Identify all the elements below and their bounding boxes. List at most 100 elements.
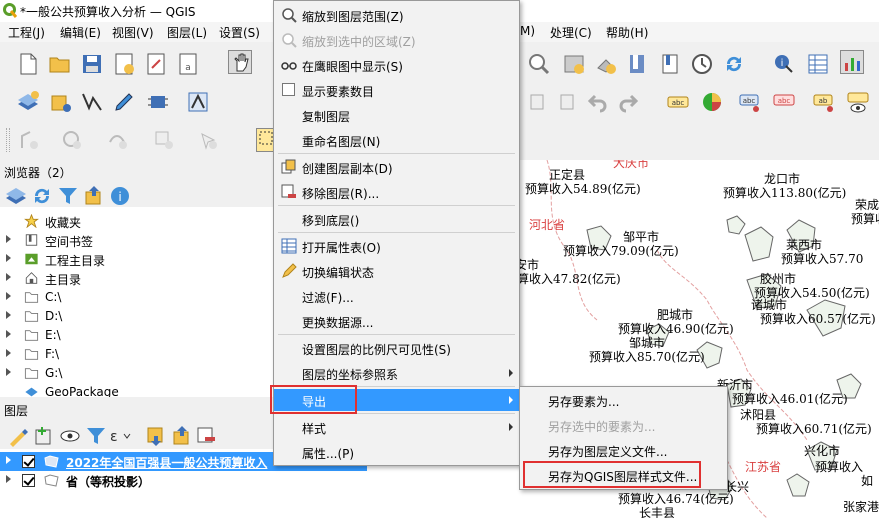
label-manager-icon[interactable]: a — [176, 52, 200, 76]
menu-item-properties[interactable]: 属性...(P) — [274, 441, 519, 463]
select-by-freehand-icon[interactable] — [106, 128, 130, 152]
menu-item-copy-layer[interactable]: 复制图层 — [274, 104, 519, 126]
pan-tool-icon[interactable] — [228, 50, 252, 74]
bookmark-icon[interactable] — [626, 52, 650, 76]
new-3d-map-icon[interactable] — [594, 52, 618, 76]
menu-item-duplicate-layer[interactable]: 创建图层副本(D) — [274, 156, 519, 178]
browser-item-label: 主目录 — [45, 273, 82, 287]
properties-info-icon[interactable]: i — [108, 184, 129, 205]
menu-item-zoom-to-selection[interactable]: 缩放到选中的区域(Z) — [274, 29, 519, 51]
submenu-item-save-selected-features-as[interactable]: 另存选中的要素为... — [520, 414, 727, 436]
expand-all-icon[interactable] — [144, 424, 163, 446]
add-group-icon[interactable] — [32, 424, 51, 445]
expand-arrow-icon[interactable] — [6, 273, 11, 281]
copy-features-icon[interactable] — [526, 90, 550, 114]
menu-view[interactable]: 视图(V) — [112, 24, 154, 41]
submenu-item-save-features-as[interactable]: 另存要素为... — [520, 389, 727, 411]
add-layer-icon[interactable] — [16, 90, 40, 114]
toolbar-grip[interactable] — [6, 128, 10, 152]
refresh-icon[interactable] — [722, 52, 746, 76]
menu-layer[interactable]: 图层(L) — [167, 24, 207, 41]
gps-icon[interactable] — [146, 90, 170, 114]
expand-arrow-icon[interactable] — [6, 292, 11, 300]
layer-visibility-checkbox[interactable] — [22, 474, 35, 487]
pin-labels-icon[interactable]: abc — [738, 90, 762, 114]
select-by-radius-icon[interactable] — [60, 128, 84, 152]
new-project-icon[interactable] — [16, 52, 40, 76]
expand-arrow-icon[interactable] — [6, 456, 11, 464]
filter-legend-icon[interactable] — [84, 424, 105, 444]
expand-arrow-icon[interactable] — [6, 235, 11, 243]
expand-arrow-icon[interactable] — [6, 330, 11, 338]
collapse-all-layers-icon[interactable] — [170, 424, 189, 445]
menu-edit[interactable]: 编辑(E) — [60, 24, 101, 41]
label-visibility-icon[interactable] — [846, 90, 870, 114]
add-vector-layer-icon[interactable] — [48, 90, 72, 114]
menu-item-zoom-to-layer[interactable]: 缩放到图层范围(Z) — [274, 4, 519, 26]
expand-arrow-icon[interactable] — [6, 368, 11, 376]
digitize-icon[interactable] — [80, 90, 104, 114]
qgis-logo-icon — [3, 3, 17, 18]
layer-visibility-checkbox[interactable] — [22, 455, 35, 468]
submenu-item-save-as-layer-definition[interactable]: 另存为图层定义文件... — [520, 439, 727, 461]
menu-help[interactable]: 帮助(H) — [606, 24, 648, 41]
identify-icon[interactable]: i — [772, 52, 796, 76]
menu-item-filter[interactable]: 过滤(F)... — [274, 285, 519, 307]
menu-item-toggle-editing[interactable]: 切换编辑状态 — [274, 260, 519, 282]
vertex-tool-icon[interactable] — [186, 90, 210, 114]
label-tool-icon[interactable]: abc — [666, 90, 690, 114]
attribute-table-toolbar-icon[interactable] — [806, 52, 830, 76]
browser-item-label: E:\ — [45, 328, 61, 342]
menu-plugins[interactable]: M) — [520, 24, 535, 38]
show-bookmarks-icon[interactable] — [658, 52, 682, 76]
select-by-point-icon[interactable] — [196, 128, 220, 152]
filter-browser-icon[interactable] — [56, 184, 77, 204]
menu-settings[interactable]: 设置(S) — [219, 24, 260, 41]
checkbox-icon[interactable] — [282, 83, 295, 96]
menu-item-show-in-overview[interactable]: 在鹰眼图中显示(S) — [274, 54, 519, 76]
redo-icon[interactable] — [616, 90, 640, 114]
expand-arrow-icon[interactable] — [6, 475, 11, 483]
select-by-line-icon[interactable] — [18, 128, 42, 152]
window-title: *一般公共预算收入分析 — QGIS — [20, 5, 196, 19]
collapse-all-icon[interactable] — [82, 184, 101, 205]
remove-layer-toolbar-icon[interactable] — [194, 424, 215, 443]
new-print-layout-icon[interactable] — [112, 52, 136, 76]
menu-item-scale-visibility[interactable]: 设置图层的比例尺可见性(S) — [274, 337, 519, 359]
menu-item-styles[interactable]: 样式 — [274, 416, 519, 438]
expand-arrow-icon[interactable] — [6, 254, 11, 262]
select-by-polygon-icon[interactable] — [152, 128, 176, 152]
draw-icon[interactable] — [112, 90, 136, 114]
save-project-icon[interactable] — [80, 52, 104, 76]
manage-visibility-icon[interactable] — [58, 424, 80, 442]
layer-row[interactable]: 省（等积投影） — [0, 471, 367, 490]
add-selected-layers-icon[interactable] — [4, 184, 26, 204]
undo-icon[interactable] — [586, 90, 610, 114]
menu-item-change-data-source[interactable]: 更换数据源... — [274, 310, 519, 332]
menu-item-label: 在鹰眼图中显示(S) — [302, 60, 403, 74]
style-manager-icon[interactable] — [144, 52, 168, 76]
temporal-controller-icon[interactable] — [690, 52, 714, 76]
menu-project[interactable]: 工程(J) — [8, 24, 45, 41]
zoom-native-icon[interactable] — [527, 52, 551, 76]
expand-arrow-icon[interactable] — [6, 349, 11, 357]
paste-features-icon[interactable] — [556, 90, 580, 114]
expand-arrow-icon[interactable] — [6, 311, 11, 319]
new-map-view-icon[interactable] — [562, 52, 586, 76]
move-label-icon[interactable]: ab — [812, 90, 836, 114]
folder-icon — [24, 368, 39, 379]
menu-item-move-to-bottom[interactable]: 移到底层() — [274, 208, 519, 230]
open-project-icon[interactable] — [48, 52, 72, 76]
menu-item-show-feature-count[interactable]: 显示要素数目 — [274, 79, 519, 101]
refresh-browser-icon[interactable] — [30, 184, 50, 204]
menu-item-open-attribute-table[interactable]: 打开属性表(O) — [274, 235, 519, 257]
menu-item-layer-crs[interactable]: 图层的坐标参照系 — [274, 362, 519, 384]
diagram-tool-icon[interactable] — [700, 90, 724, 114]
show-hide-labels-icon[interactable]: abc — [772, 90, 796, 114]
layer-styling-icon[interactable] — [6, 424, 28, 447]
menu-item-remove-layer[interactable]: 移除图层(R)... — [274, 181, 519, 203]
menu-item-rename-layer[interactable]: 重命名图层(N) — [274, 129, 519, 151]
statistics-icon[interactable] — [840, 50, 864, 74]
filter-by-expression-icon[interactable]: ε — [108, 424, 131, 445]
menu-processing[interactable]: 处理(C) — [550, 24, 592, 41]
